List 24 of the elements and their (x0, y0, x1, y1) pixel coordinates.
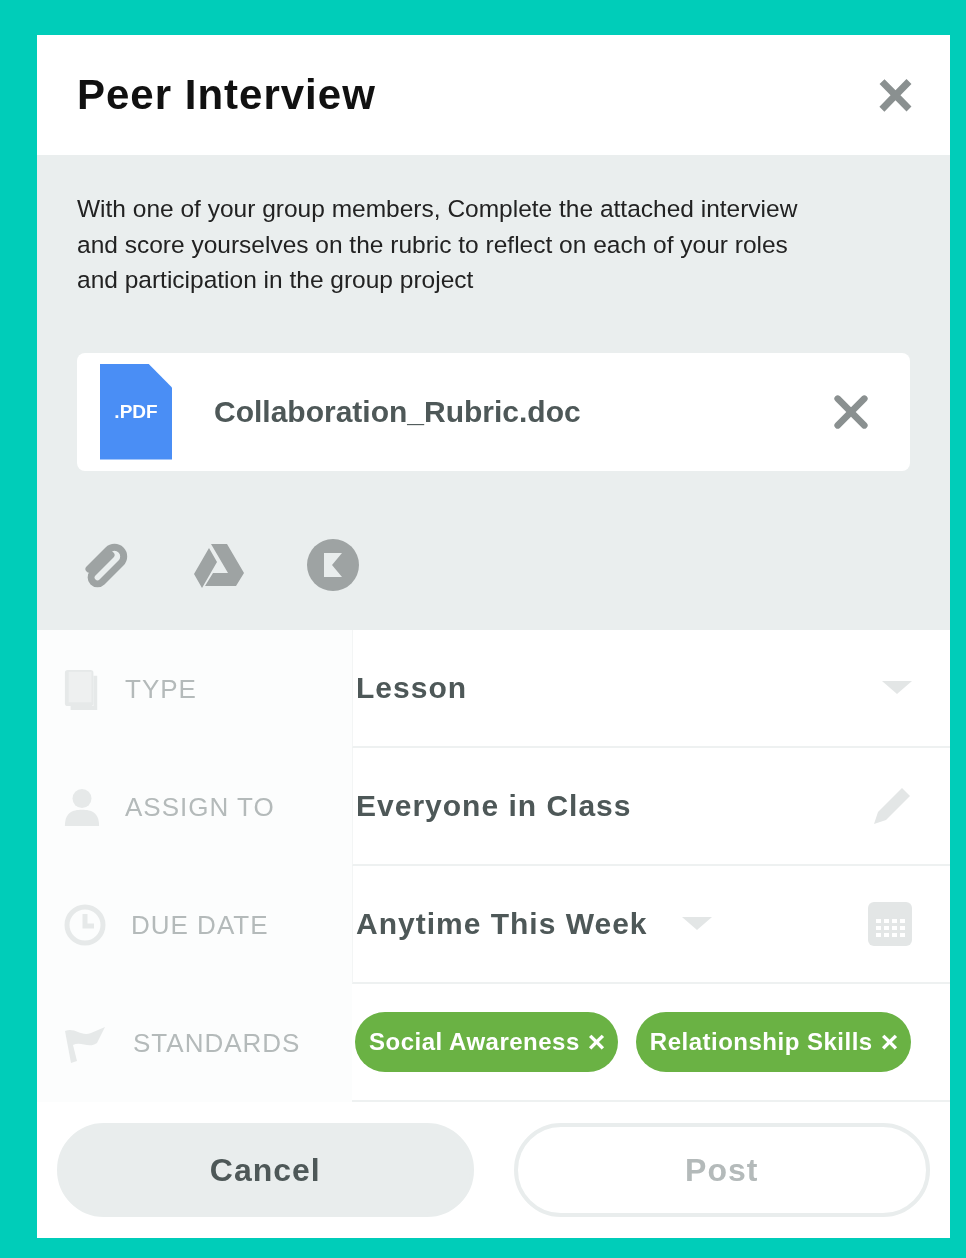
pencil-icon[interactable] (872, 786, 912, 826)
remove-tag-icon[interactable]: × (880, 1027, 899, 1057)
close-button[interactable]: × (876, 63, 914, 127)
standard-tag[interactable]: Social Awareness × (355, 1012, 618, 1072)
dialog-title: Peer Interview (77, 71, 376, 119)
dropdown-caret-icon[interactable] (882, 681, 912, 695)
field-label: TYPE (125, 673, 197, 705)
dropdown-caret-icon[interactable] (681, 917, 712, 931)
k-logo-icon[interactable] (307, 538, 359, 591)
field-value[interactable]: Anytime This Week (356, 907, 648, 941)
calendar-icon[interactable] (868, 902, 912, 946)
field-value: Everyone in Class (356, 789, 632, 823)
description-text: With one of your group members, Complete the attached interview and score yourselves on the rubric to reflect on each of your roles and participation in the group project (77, 194, 799, 295)
cancel-button[interactable]: Cancel (57, 1123, 474, 1217)
field-value[interactable]: Lesson (356, 671, 468, 705)
drive-icon[interactable] (193, 541, 245, 588)
field-label: DUE DATE (131, 909, 269, 941)
file-type-label: .PDF (114, 400, 158, 423)
remove-icon[interactable] (832, 392, 870, 431)
field-label: STANDARDS (133, 1027, 301, 1059)
field-label: ASSIGN TO (125, 791, 275, 823)
file-name: Collaboration_Rubric.doc (214, 394, 582, 429)
standard-tag[interactable]: Relationship Skills × (635, 1012, 911, 1072)
remove-tag-icon[interactable]: × (587, 1027, 606, 1057)
